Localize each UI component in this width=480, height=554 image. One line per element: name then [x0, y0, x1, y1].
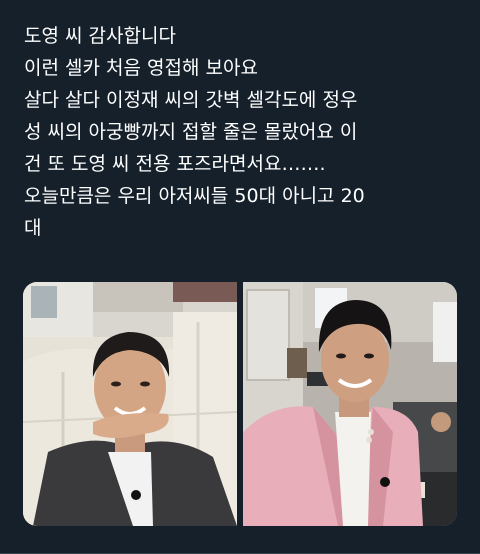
- tweet-text-line: 건 또 도영 씨 전용 포즈라면서요…….: [24, 153, 326, 175]
- tweet-text-line: 도영 씨 감사합니다: [24, 25, 176, 47]
- tweet-text-line: 오늘만큼은 우리 아저씨들 50대 아니고 20: [24, 185, 365, 207]
- media-grid: [23, 282, 457, 526]
- photo-image: [23, 282, 237, 526]
- photo-image: [243, 282, 457, 526]
- tweet-text-line: 살다 살다 이정재 씨의 갓벽 셀각도에 정우: [24, 89, 358, 111]
- tweet-text-line: 성 씨의 아궁빵까지 접할 줄은 몰랐어요 이: [24, 121, 358, 143]
- selfie-photo-right[interactable]: [243, 282, 457, 526]
- tweet-text-line: 대: [24, 217, 42, 239]
- selfie-photo-left[interactable]: [23, 282, 237, 526]
- tweet-text-line: 이런 셀카 처음 영접해 보아요: [24, 57, 258, 79]
- tweet-text: 도영 씨 감사합니다 이런 셀카 처음 영접해 보아요 살다 살다 이정재 씨의…: [24, 20, 464, 244]
- tweet-card: 도영 씨 감사합니다 이런 셀카 처음 영접해 보아요 살다 살다 이정재 씨의…: [0, 0, 480, 554]
